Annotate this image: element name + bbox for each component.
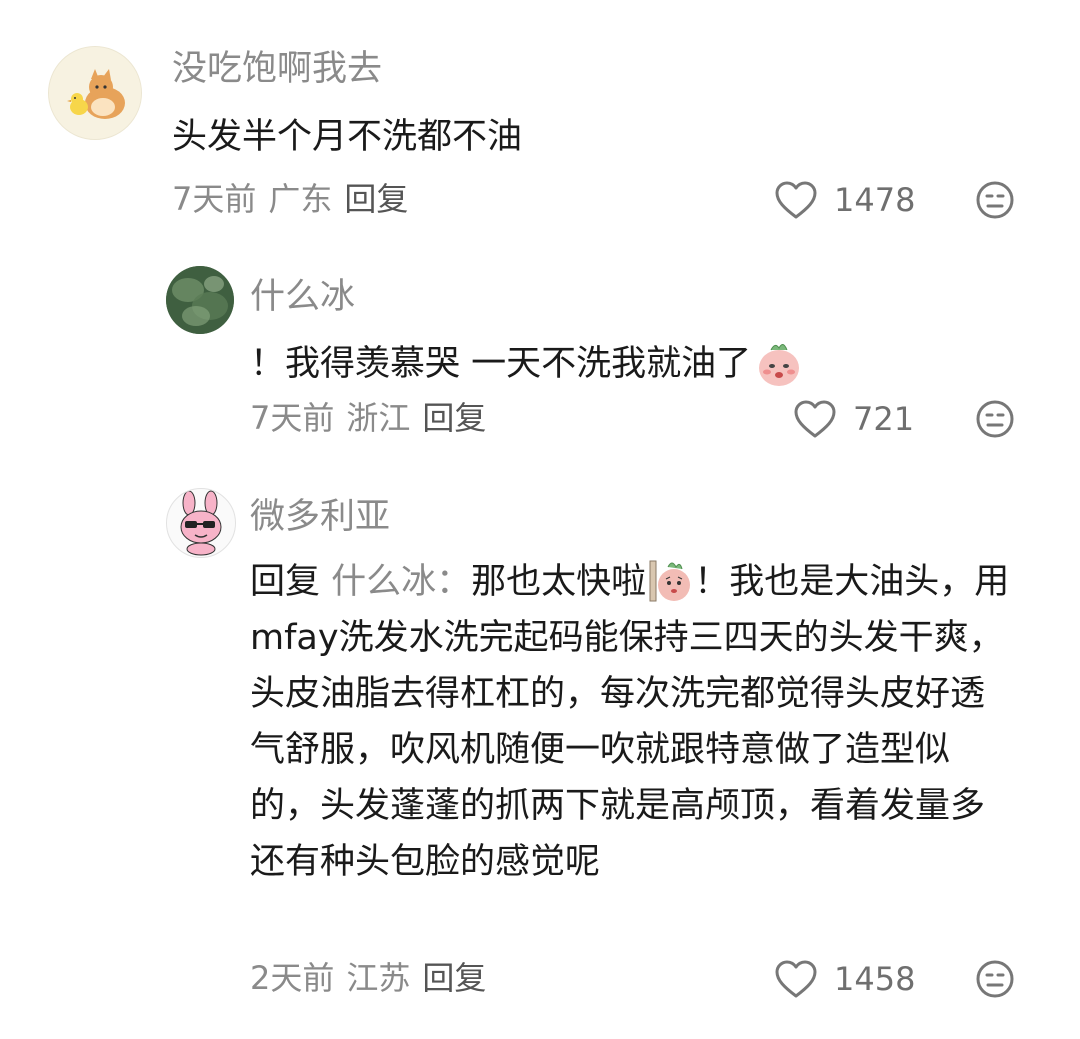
comment-meta: 7天前 广东 回复 — [172, 183, 420, 215]
comment-location: 浙江 — [346, 399, 411, 437]
comment-time: 7天前 — [250, 399, 335, 437]
comment-time: 7天前 — [172, 180, 257, 218]
username[interactable]: 什么冰 — [250, 280, 355, 315]
green-foliage-avatar-icon — [166, 266, 234, 334]
like-count: 1458 — [834, 960, 916, 998]
like-button[interactable]: 1478 — [774, 178, 915, 222]
like-count: 1478 — [834, 181, 916, 219]
heart-outline-icon — [775, 181, 817, 219]
comment-meta: 7天前 浙江 回复 — [250, 402, 498, 434]
reply-button[interactable]: 回复 — [422, 959, 486, 997]
like-button[interactable]: 1458 — [774, 957, 915, 1001]
reply-mention[interactable]: 什么冰： — [331, 562, 471, 602]
comment-text: ！我得羡慕哭 一天不洗我就油了 — [250, 338, 805, 390]
avatar[interactable] — [48, 46, 142, 140]
comment-meta: 2天前 江苏 回复 — [250, 962, 498, 994]
neutral-face-icon[interactable] — [975, 180, 1015, 220]
comment-text-content: ！我得羡慕哭 一天不洗我就油了 — [250, 343, 752, 384]
neutral-face-icon[interactable] — [975, 959, 1015, 999]
like-button[interactable]: 721 — [793, 397, 914, 441]
avatar[interactable] — [166, 266, 234, 334]
comment-text-part1: 那也太快啦 — [471, 562, 647, 602]
reply-button[interactable]: 回复 — [422, 399, 486, 437]
comment-text-part2: ！我也是大油头，用mfay洗发水洗完起码能保持三四天的头发干爽，头皮油脂去得杠杠… — [250, 562, 1010, 882]
username[interactable]: 微多利亚 — [250, 500, 390, 535]
username[interactable]: 没吃饱啊我去 — [172, 52, 382, 87]
reply-prefix: 回复 — [250, 562, 321, 602]
comment-text: 头发半个月不洗都不油 — [172, 117, 523, 157]
heart-outline-icon — [794, 400, 836, 438]
comment-time: 2天前 — [250, 959, 335, 997]
avatar[interactable] — [166, 488, 236, 558]
comment-location: 广东 — [268, 180, 333, 218]
crying-radish-sticker-icon — [759, 344, 800, 386]
reply-button[interactable]: 回复 — [344, 180, 408, 218]
peeking-radish-sticker-icon — [649, 560, 691, 602]
heart-outline-icon — [775, 960, 817, 998]
pink-bunny-sunglasses-avatar-icon — [167, 489, 235, 557]
comment-location: 江苏 — [346, 959, 411, 997]
neutral-face-icon[interactable] — [975, 399, 1015, 439]
cat-and-chick-avatar-icon — [49, 47, 141, 139]
like-count: 721 — [853, 400, 915, 438]
comment-text: 回复 什么冰：那也太快啦 ！我也是大油头，用mfay洗发水洗完起码能保持三四天的… — [250, 554, 1010, 890]
